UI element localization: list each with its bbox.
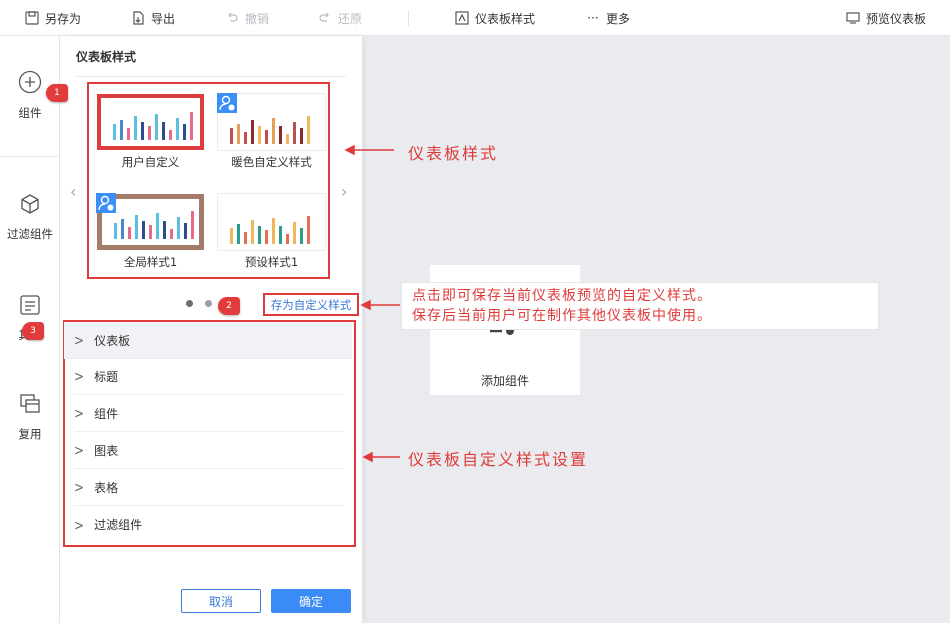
user-custom-badge-icon <box>217 93 237 113</box>
callout-line-1: 点击即可保存当前仪表板预览的自定义样式。 <box>412 288 712 304</box>
user-custom-badge-icon <box>96 193 116 213</box>
annotation-callout: 点击即可保存当前仪表板预览的自定义样式。 保存后当前用户可在制作其他仪表板中使用… <box>401 282 879 330</box>
callout-line-2: 保存后当前用户可在制作其他仪表板中使用。 <box>412 308 712 324</box>
annotation-custom-settings: 仪表板自定义样式设置 <box>408 450 589 469</box>
annotation-dashboard-style: 仪表板样式 <box>408 144 499 163</box>
